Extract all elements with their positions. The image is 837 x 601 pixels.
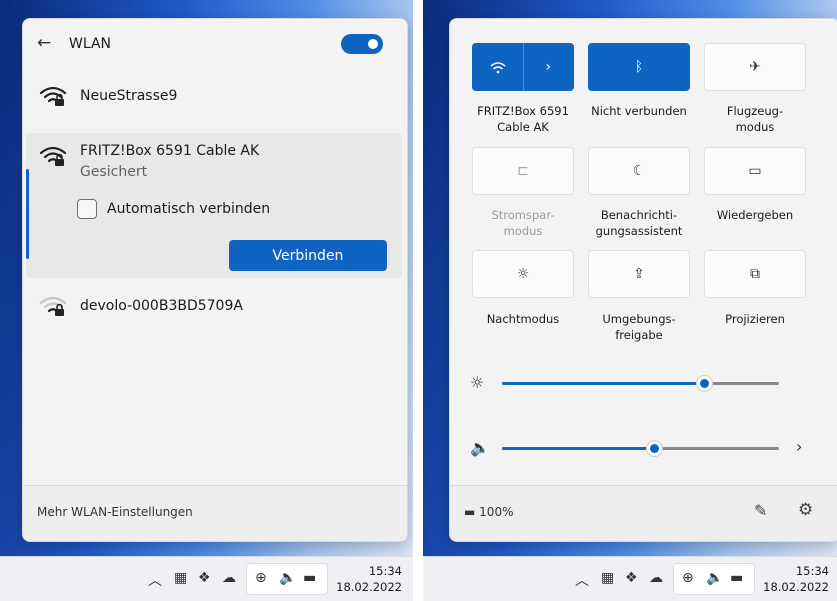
screenshot-divider bbox=[413, 0, 423, 601]
tray-app-icon[interactable]: ▦ bbox=[174, 570, 187, 586]
volume-thumb[interactable] bbox=[646, 440, 664, 457]
clock-time: 15:34 bbox=[368, 564, 402, 578]
wifi-icon[interactable] bbox=[473, 43, 523, 91]
brightness-thumb[interactable] bbox=[696, 375, 714, 392]
sync-cloud-icon[interactable]: ☁ bbox=[222, 570, 236, 586]
edit-pencil-icon[interactable]: ✎ bbox=[754, 501, 767, 520]
nearby-sharing-tile[interactable]: ⇪ bbox=[588, 250, 690, 298]
chevron-up-icon[interactable]: ︿ bbox=[575, 570, 589, 590]
network-item-selected: FRITZ!Box 6591 Cable AK Gesichert bbox=[23, 137, 407, 197]
tile-label: FRITZ!Box 6591 Cable AK bbox=[477, 104, 569, 134]
back-arrow-icon[interactable]: ← bbox=[37, 33, 51, 53]
battery-icon: ▬ bbox=[730, 570, 744, 586]
wlan-footer: Mehr WLAN-Einstellungen bbox=[23, 485, 407, 541]
wifi-weak-secured-icon bbox=[39, 295, 67, 317]
cast-icon: ▭ bbox=[748, 163, 762, 179]
cast-tile[interactable]: ▭ bbox=[704, 147, 806, 195]
auto-connect-label: Automatisch verbinden bbox=[107, 201, 271, 217]
chevron-right-icon[interactable]: › bbox=[523, 43, 573, 91]
tile-label: Projizieren bbox=[725, 312, 785, 326]
brightness-slider[interactable] bbox=[502, 375, 779, 392]
battery-saver-tile[interactable]: ⊏ bbox=[472, 147, 574, 195]
network-name: FRITZ!Box 6591 Cable AK bbox=[80, 143, 260, 159]
right-screenshot: › ᛒ ✈ FRITZ!Box 6591 Cable AK Nicht verb… bbox=[419, 0, 837, 601]
clock[interactable]: 15:34 18.02.2022 bbox=[334, 563, 402, 595]
toggle-knob bbox=[368, 39, 378, 49]
tile-label: Umgebungs- freigabe bbox=[602, 312, 676, 342]
moon-icon: ☾ bbox=[632, 163, 646, 179]
wifi-secured-icon bbox=[39, 85, 67, 107]
chevron-right-icon[interactable]: › bbox=[796, 437, 802, 456]
tile-label: Stromspar- modus bbox=[491, 208, 555, 238]
clock-date: 18.02.2022 bbox=[336, 580, 402, 594]
airplane-icon: ✈ bbox=[749, 59, 761, 75]
project-icon: ⧉ bbox=[750, 266, 760, 282]
battery-icon: ▬ bbox=[464, 505, 476, 519]
quick-settings-footer: ▬ 100% ✎ ⚙ bbox=[450, 485, 837, 541]
chevron-up-icon[interactable]: ︿ bbox=[148, 570, 162, 590]
tray-app-icon[interactable]: ▦ bbox=[601, 570, 614, 586]
airplane-mode-tile[interactable]: ✈ bbox=[704, 43, 806, 91]
dropbox-icon[interactable]: ❖ bbox=[198, 570, 211, 586]
night-light-tile[interactable]: ☼ bbox=[472, 250, 574, 298]
network-volume-battery-group[interactable]: ⊕ 🔈 ▬ bbox=[246, 563, 328, 595]
volume-slider-row: 🔈 › bbox=[450, 433, 837, 463]
globe-icon: ⊕ bbox=[255, 570, 267, 586]
system-tray: ︿ ▦ ❖ ☁ ⊕ 🔈 ▬ 15:34 18.02.2022 bbox=[148, 557, 419, 601]
wlan-header: ← WLAN bbox=[23, 19, 407, 69]
auto-connect-checkbox[interactable] bbox=[77, 199, 97, 219]
system-tray: ︿ ▦ ❖ ☁ ⊕ 🔈 ▬ 15:34 18.02.2022 bbox=[575, 557, 837, 601]
clock[interactable]: 15:34 18.02.2022 bbox=[761, 563, 829, 595]
globe-icon: ⊕ bbox=[682, 570, 694, 586]
bluetooth-tile[interactable]: ᛒ bbox=[588, 43, 690, 91]
tile-label: Wiedergeben bbox=[716, 208, 794, 222]
network-name: NeueStrasse9 bbox=[80, 88, 178, 104]
brightness-icon: ☼ bbox=[470, 373, 485, 392]
gear-icon[interactable]: ⚙ bbox=[798, 500, 813, 520]
brightness-slider-row: ☼ bbox=[450, 368, 837, 398]
bluetooth-icon: ᛒ bbox=[634, 59, 644, 75]
battery-status[interactable]: ▬ 100% bbox=[464, 505, 513, 519]
left-screenshot: ← WLAN NeueStrasse9 FRITZ!Box 6591 Cable… bbox=[0, 0, 419, 601]
network-name: devolo-000B3BD5709A bbox=[80, 298, 243, 314]
network-item[interactable]: devolo-000B3BD5709A bbox=[23, 289, 407, 329]
tile-label: Nachtmodus bbox=[486, 312, 560, 326]
wlan-toggle[interactable] bbox=[341, 34, 383, 54]
connect-button[interactable]: Verbinden bbox=[229, 240, 387, 271]
wlan-panel: ← WLAN NeueStrasse9 FRITZ!Box 6591 Cable… bbox=[22, 18, 408, 542]
clock-date: 18.02.2022 bbox=[763, 580, 829, 594]
battery-saver-icon: ⊏ bbox=[517, 163, 529, 179]
dropbox-icon[interactable]: ❖ bbox=[625, 570, 638, 586]
wifi-secured-icon bbox=[39, 145, 67, 167]
volume-fill bbox=[502, 447, 655, 450]
wifi-tile[interactable]: › bbox=[472, 43, 574, 91]
tile-label: Benachrichti- gungsassistent bbox=[595, 208, 683, 238]
brightness-fill bbox=[502, 382, 705, 385]
volume-slider[interactable] bbox=[502, 440, 779, 457]
focus-assist-tile[interactable]: ☾ bbox=[588, 147, 690, 195]
speaker-icon: 🔈 bbox=[279, 570, 297, 586]
network-status: Gesichert bbox=[80, 164, 148, 180]
quick-settings-panel: › ᛒ ✈ FRITZ!Box 6591 Cable AK Nicht verb… bbox=[449, 18, 837, 542]
share-icon: ⇪ bbox=[633, 266, 645, 282]
more-wlan-settings-link[interactable]: Mehr WLAN-Einstellungen bbox=[37, 505, 193, 519]
speaker-icon: 🔈 bbox=[706, 570, 724, 586]
wlan-title: WLAN bbox=[69, 36, 112, 52]
clock-time: 15:34 bbox=[795, 564, 829, 578]
taskbar: ︿ ▦ ❖ ☁ ⊕ 🔈 ▬ 15:34 18.02.2022 bbox=[419, 556, 837, 601]
battery-percent: 100% bbox=[479, 505, 514, 519]
network-item[interactable]: NeueStrasse9 bbox=[23, 79, 407, 119]
sync-cloud-icon[interactable]: ☁ bbox=[649, 570, 663, 586]
project-tile[interactable]: ⧉ bbox=[704, 250, 806, 298]
battery-icon: ▬ bbox=[303, 570, 317, 586]
taskbar: ︿ ▦ ❖ ☁ ⊕ 🔈 ▬ 15:34 18.02.2022 bbox=[0, 556, 419, 601]
tile-label: Flugzeug- modus bbox=[726, 104, 784, 134]
tile-label: Nicht verbunden bbox=[591, 104, 687, 118]
network-volume-battery-group[interactable]: ⊕ 🔈 ▬ bbox=[673, 563, 755, 595]
speaker-icon[interactable]: 🔈 bbox=[470, 438, 490, 457]
night-light-icon: ☼ bbox=[516, 266, 530, 282]
